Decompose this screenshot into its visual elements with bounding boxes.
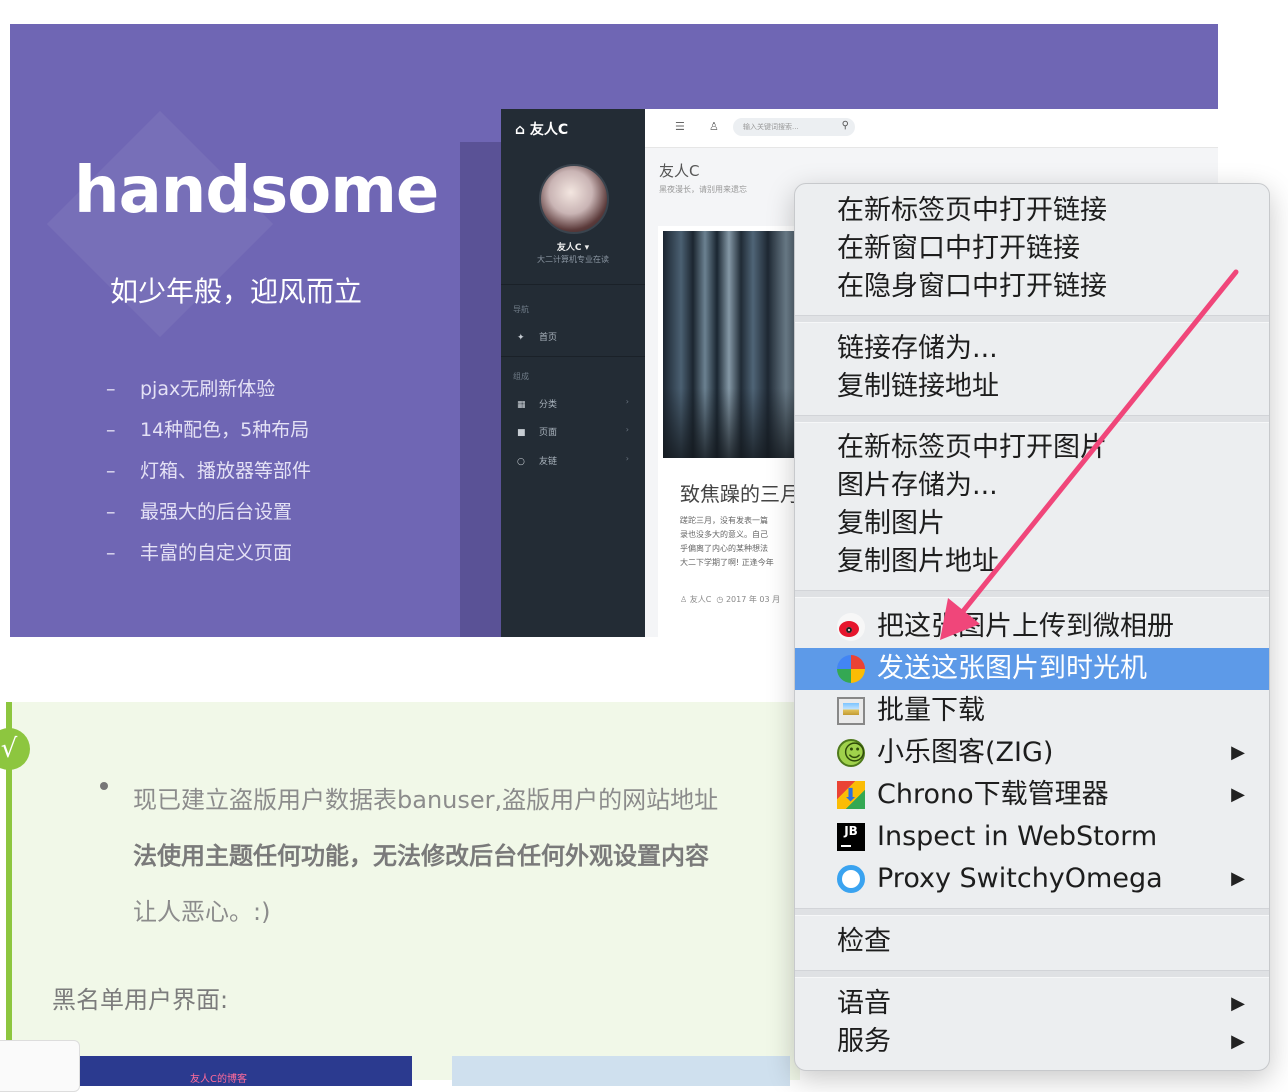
feature-list: – pjax无刷新体验 –14种配色，5种布局 – 灯箱、播放器等部件 – 最强大的后… [106,374,311,579]
bullet-icon [100,782,108,790]
preview-user-desc: 大二计算机专业在读 [537,255,609,264]
menu-item-inspect[interactable]: 检查 [795,921,1269,963]
preview-nav-pages: ■ 页面 › [517,425,629,438]
submenu-arrow-icon: ▶ [1231,784,1245,805]
section-label-compose: 组成 [513,372,529,381]
menu-separator [795,415,1269,423]
menu-item-chrono-download[interactable]: Chrono下载管理器▶ [795,774,1269,817]
clock-icon: ◷ [716,595,724,604]
section-label-nav: 导航 [513,305,529,314]
zig-icon [837,733,866,775]
preview-post-title: 致焦躁的三月 [680,482,800,506]
jetbrains-icon: JB [837,823,865,851]
circle-icon: ○ [517,457,525,467]
menu-separator [795,970,1269,978]
tip-text: 现已建立盗版用户数据表banuser,盗版用户的网站地址 法使用主题任何功能，无… [133,772,833,940]
preview-nav-category: ▦ 分类 › [517,397,629,410]
menu-item-batch-download[interactable]: 批量下载 [795,690,1269,732]
menu-item-proxy-switchyomega[interactable]: Proxy SwitchyOmega ▶ [795,858,1269,900]
submenu-arrow-icon: ▶ [1231,868,1245,889]
feature-item: – 最强大的后台设置 [106,501,293,523]
menu-item-services[interactable]: 服务 ▶ [795,1021,1269,1063]
thumbnail-caption: 友人C的博客 [190,1074,247,1085]
chrono-icon [837,775,865,817]
chevron-right-icon: › [625,425,629,434]
tip-line: 让人恶心。:) [133,898,271,926]
context-menu: 在新标签页中打开链接 在新窗口中打开链接 在隐身窗口中打开链接 链接存储为...… [794,183,1270,1071]
menu-item-open-link-new-window[interactable]: 在新窗口中打开链接 [795,228,1269,270]
menu-separator [795,590,1269,598]
chevron-right-icon: › [625,397,629,406]
home-icon: ✦ [517,333,525,343]
feature-item: – 丰富的自定义页面 [106,542,293,564]
pinwheel-icon [837,655,865,683]
menu-icon: ☰ [675,120,685,133]
menu-item-send-to-time-machine[interactable]: 发送这张图片到时光机 [795,648,1269,690]
file-icon: ■ [517,428,526,438]
preview-username: 友人C ▾ [556,243,590,253]
grid-icon: ▦ [517,400,526,410]
search-icon: ⚲ [841,120,849,131]
menu-item-zig[interactable]: 小乐图客(ZIG)▶ [795,732,1269,775]
screenshot-thumbnail[interactable] [452,1056,790,1086]
submenu-arrow-icon: ▶ [1231,1031,1245,1052]
banner-tagline: 如少年般，迎风而立 [110,275,363,308]
preview-post-meta: ♙ 友人C ◷ 2017 年 03 月 [680,595,781,604]
feature-item: – pjax无刷新体验 [106,378,276,400]
divider [501,284,645,285]
menu-separator [795,908,1269,916]
section-heading: 黑名单用户界面: [52,986,229,1014]
menu-item-upload-weibo-album[interactable]: 把这张图片上传到微相册 [795,606,1269,648]
preview-nav-links: ○ 友链 › [517,454,629,467]
menu-item-save-image-as[interactable]: 图片存储为... [795,465,1269,507]
menu-item-open-link-incognito[interactable]: 在隐身窗口中打开链接 [795,266,1269,308]
batch-download-icon [837,697,865,725]
menu-item-save-link-as[interactable]: 链接存储为... [795,328,1269,370]
submenu-arrow-icon: ▶ [1231,993,1245,1014]
menu-item-open-link-new-tab[interactable]: 在新标签页中打开链接 [795,190,1269,232]
menu-item-inspect-webstorm[interactable]: JB Inspect in WebStorm [795,816,1269,858]
screenshot-thumbnail[interactable]: 友人C的博客 [80,1056,412,1086]
user-icon: ♙ [680,595,688,604]
preview-sidebar: ⌂ 友人C 友人C ▾ 大二计算机专业在读 导航 ✦ 首页 组成 ▦ 分类 › ■ 页面… [501,109,645,637]
menu-item-copy-image-address[interactable]: 复制图片地址 [795,541,1269,583]
feature-item: – 灯箱、播放器等部件 [106,460,312,482]
tip-line: 现已建立盗版用户数据表banuser,盗版用户的网站地址 [133,786,719,814]
preview-page-subtitle: 黑夜漫长，请别用来遗忘 [659,185,747,194]
tip-line-bold: 法使用主题任何功能，无法修改后台任何外观设置内容 [133,842,709,870]
menu-item-open-image-new-tab[interactable]: 在新标签页中打开图片 [795,427,1269,469]
post-photo [663,231,813,458]
banner-title: handsome [74,154,439,228]
menu-item-speech[interactable]: 语音 ▶ [795,983,1269,1025]
menu-item-copy-image[interactable]: 复制图片 [795,503,1269,545]
chevron-right-icon: › [625,454,629,463]
proxy-icon [837,865,865,893]
preview-nav-home: ✦ 首页 [517,333,558,343]
user-icon: ♙ [709,120,719,133]
preview-brand: ⌂ 友人C [515,122,569,138]
preview-topbar: ☰ ♙ 输入关键词搜索... ⚲ [645,109,1218,148]
weibo-icon [837,613,865,641]
floating-widget[interactable] [0,1040,80,1092]
preview-search: 输入关键词搜索... ⚲ [733,118,855,136]
preview-page-title: 友人C [659,162,700,180]
avatar [539,164,609,234]
feature-item: –14种配色，5种布局 [106,419,310,441]
menu-separator [795,315,1269,323]
submenu-arrow-icon: ▶ [1231,742,1245,763]
home-icon: ⌂ [515,122,530,138]
menu-item-copy-link-address[interactable]: 复制链接地址 [795,366,1269,408]
divider [501,356,645,357]
